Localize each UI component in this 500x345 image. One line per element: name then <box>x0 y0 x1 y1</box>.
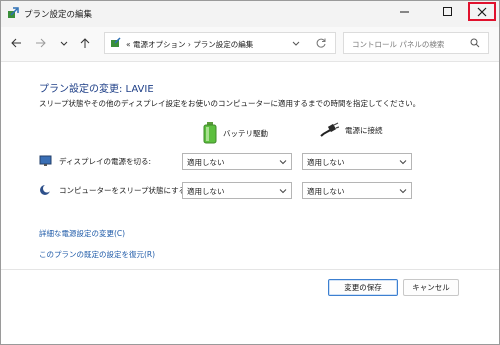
navigation-bar: « 電源オプション › プラン設定の編集 コントロール パネルの検索 <box>1 27 499 62</box>
page-description: スリープ状態やその他のディスプレイ設定をお使いのコンピューターに適用するまでの時… <box>39 99 421 108</box>
recent-locations-button[interactable] <box>57 36 71 50</box>
battery-column-header: バッテリ駆動 <box>203 122 268 144</box>
up-arrow-icon <box>80 38 90 48</box>
forward-arrow-icon <box>36 38 46 48</box>
address-bar[interactable]: « 電源オプション › プラン設定の編集 <box>104 32 336 54</box>
search-box[interactable]: コントロール パネルの検索 <box>343 32 489 54</box>
address-history-button[interactable] <box>291 39 301 51</box>
refresh-icon <box>316 38 326 48</box>
search-icon <box>470 38 480 50</box>
chevron-down-icon <box>292 41 300 46</box>
footer-divider <box>1 269 499 270</box>
breadcrumb[interactable]: « 電源オプション › プラン設定の編集 <box>126 39 253 50</box>
battery-icon <box>203 122 217 144</box>
plugged-column-label: 電源に接続 <box>345 125 383 135</box>
power-plug-icon <box>320 122 339 137</box>
maximize-icon <box>443 7 452 16</box>
window-title: プラン設定の編集 <box>24 10 93 20</box>
chevron-down-icon <box>399 189 407 194</box>
display-off-plugged-select[interactable]: 適用しない <box>302 153 412 170</box>
title-bar: プラン設定の編集 <box>1 1 499 27</box>
page-title: プラン設定の変更: LAVIE <box>39 84 154 95</box>
back-button[interactable] <box>9 36 23 50</box>
battery-column-label: バッテリ駆動 <box>223 128 268 138</box>
refresh-button[interactable] <box>315 37 327 51</box>
chevron-down-icon <box>60 41 68 46</box>
display-off-label: ディスプレイの電源を切る: <box>39 155 151 167</box>
restore-defaults-link[interactable]: このプランの既定の設定を復元(R) <box>39 249 155 260</box>
display-off-battery-select[interactable]: 適用しない <box>182 153 292 170</box>
control-panel-icon <box>110 37 122 51</box>
save-changes-button[interactable]: 変更の保存 <box>328 279 398 296</box>
maximize-button[interactable] <box>433 1 463 23</box>
chevron-down-icon <box>399 160 407 165</box>
search-placeholder: コントロール パネルの検索 <box>352 40 445 49</box>
cancel-button[interactable]: キャンセル <box>403 279 459 296</box>
power-options-app-icon <box>7 7 19 19</box>
up-button[interactable] <box>78 36 92 50</box>
plugged-column-header: 電源に接続 <box>319 122 383 138</box>
advanced-settings-link[interactable]: 詳細な電源設定の変更(C) <box>39 228 125 239</box>
monitor-icon <box>39 155 52 166</box>
chevron-down-icon <box>279 189 287 194</box>
chevron-down-icon <box>279 160 287 165</box>
sleep-moon-icon <box>40 184 51 195</box>
back-arrow-icon <box>11 38 21 48</box>
minimize-button[interactable] <box>390 1 420 23</box>
minimize-icon <box>400 11 409 13</box>
sleep-label: コンピューターをスリープ状態にする: <box>39 184 189 196</box>
sleep-plugged-select[interactable]: 適用しない <box>302 182 412 199</box>
forward-button[interactable] <box>34 36 48 50</box>
close-icon <box>477 7 487 16</box>
edit-plan-settings-window: プラン設定の編集 « 電源オプション › プラン設定の編集 コントロール パネル… <box>0 0 500 345</box>
sleep-battery-select[interactable]: 適用しない <box>182 182 292 199</box>
close-button[interactable] <box>468 2 496 21</box>
